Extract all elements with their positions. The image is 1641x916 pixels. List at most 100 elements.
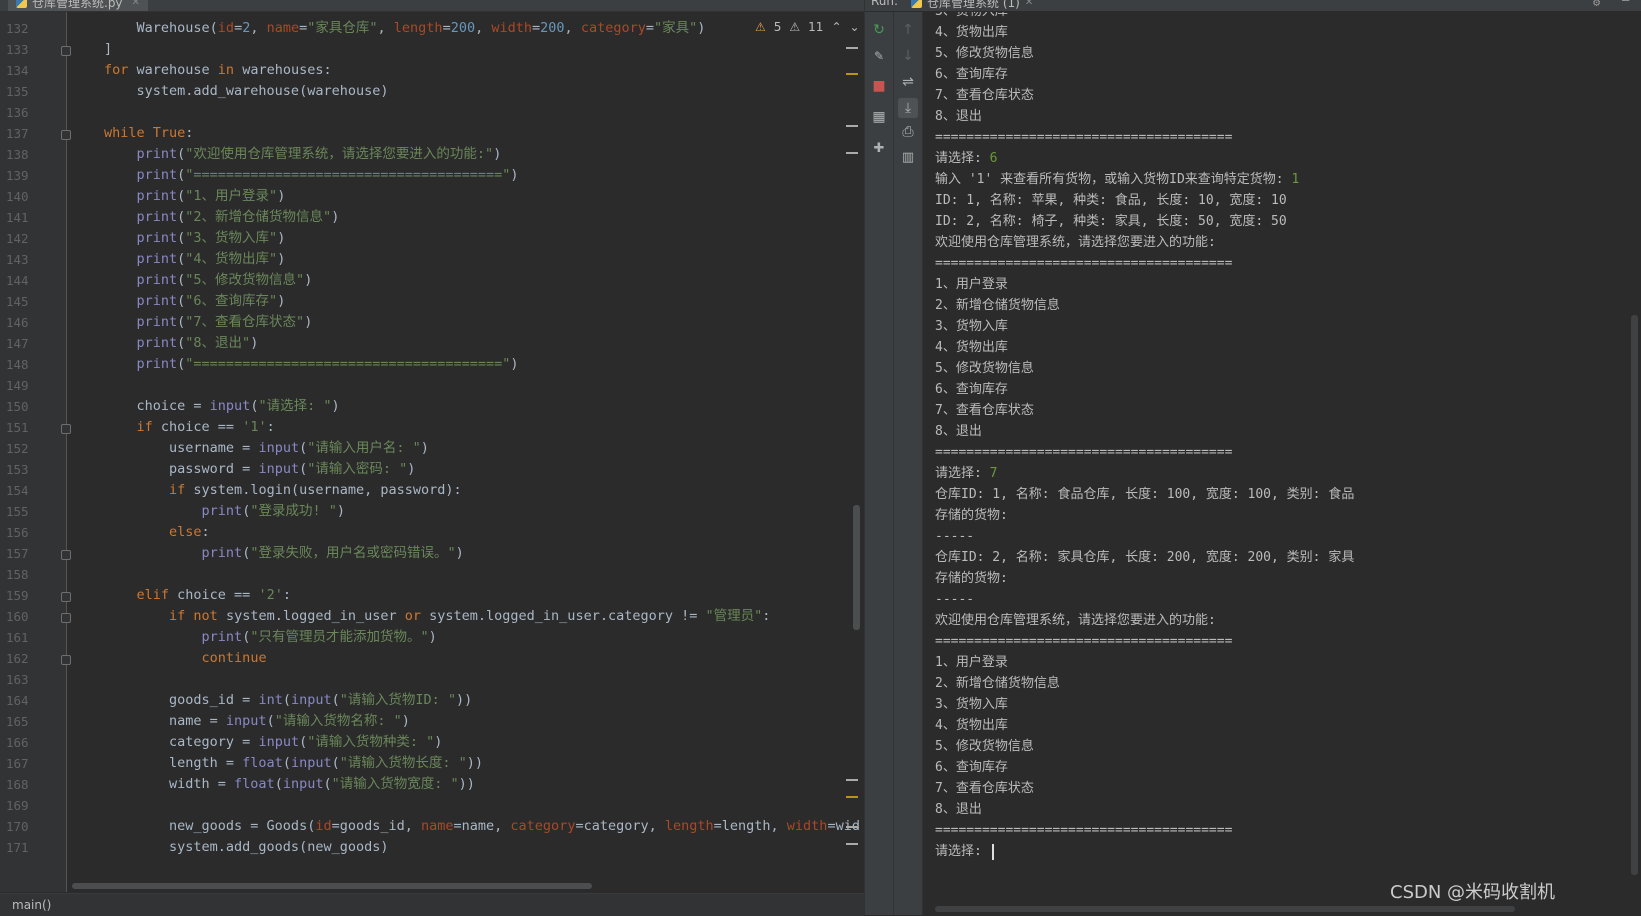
trash-icon[interactable]: ▥: [898, 147, 918, 167]
next-highlight-icon[interactable]: ⌄: [850, 20, 860, 34]
console-text: ======================================: [935, 823, 1233, 838]
console-output[interactable]: 3、货物入库 4、货物出库 5、修改货物信息 6、查询库存 7、查看仓库状态 8、退出 ==…: [923, 12, 1628, 892]
code-token: "请输入货物名称: ": [274, 713, 402, 729]
code-line[interactable]: for warehouse in warehouses:: [104, 60, 332, 81]
code-line[interactable]: password = input("请输入密码: "): [104, 459, 415, 480]
breadcrumb[interactable]: main(): [0, 893, 864, 916]
code-line[interactable]: if system.login(username, password):: [104, 480, 462, 501]
gear-icon[interactable]: ⚙: [1593, 0, 1600, 9]
code-line[interactable]: if choice == '1':: [104, 417, 275, 438]
editor-horizontal-scrollbar[interactable]: [72, 883, 592, 889]
console-line: 请选择: 6: [935, 148, 997, 169]
code-line[interactable]: if not system.logged_in_user or system.l…: [104, 606, 770, 627]
code-line[interactable]: system.add_goods(new_goods): [104, 837, 388, 858]
down-arrow-icon[interactable]: ↓: [898, 46, 918, 66]
code-line[interactable]: ]: [104, 39, 112, 60]
code-line[interactable]: category = input("请输入货物种类: "): [104, 732, 442, 753]
code-line[interactable]: print("3、货物入库"): [104, 228, 286, 249]
print-icon[interactable]: ⎙: [898, 122, 918, 142]
code-line[interactable]: goods_id = int(input("请输入货物ID: ")): [104, 690, 472, 711]
code-line[interactable]: print("2、新增仓储货物信息"): [104, 207, 340, 228]
wrench-icon[interactable]: ✎: [869, 46, 889, 66]
error-stripe-mark[interactable]: [846, 826, 858, 828]
code-line[interactable]: print("欢迎使用仓库管理系统，请选择您要进入的功能:"): [104, 144, 502, 165]
code-line[interactable]: print("=================================…: [104, 165, 519, 186]
scroll-to-end-icon[interactable]: ⤓: [898, 98, 918, 118]
code-token: )): [458, 776, 475, 792]
line-number: 143: [6, 252, 29, 267]
code-line[interactable]: print("4、货物出库"): [104, 249, 286, 270]
console-vertical-scrollbar[interactable]: [1631, 315, 1638, 875]
pin-icon[interactable]: ✚: [869, 138, 889, 158]
error-stripe-mark[interactable]: [846, 796, 858, 798]
code-line[interactable]: Warehouse(id=2, name="家具仓库", length=200,…: [104, 18, 706, 39]
run-tab[interactable]: 仓库管理系统 (1) ✕: [903, 0, 1041, 11]
console-line: 7、查看仓库状态: [935, 85, 1034, 106]
minimize-icon[interactable]: —: [1622, 0, 1629, 7]
code-line[interactable]: print("登录失败，用户名或密码错误。"): [104, 543, 464, 564]
console-line: 8、退出: [935, 106, 982, 127]
error-stripe-mark[interactable]: [846, 125, 858, 127]
code-editor[interactable]: 仓库管理系统.py ✕ 132 133 134 135 136 137 138 139 140 1…: [0, 0, 864, 916]
code-line[interactable]: print("=================================…: [104, 354, 519, 375]
code-line[interactable]: print("5、修改货物信息"): [104, 270, 313, 291]
error-stripe-mark[interactable]: [846, 73, 858, 75]
editor-tab[interactable]: 仓库管理系统.py ✕: [8, 0, 148, 11]
soft-wrap-icon[interactable]: ⇌: [898, 72, 918, 92]
code-line[interactable]: name = input("请输入货物名称: "): [104, 711, 410, 732]
code-line[interactable]: length = float(input("请输入货物长度: ")): [104, 753, 483, 774]
code-token: Warehouse(: [104, 20, 218, 36]
code-line[interactable]: print("8、退出"): [104, 333, 259, 354]
stop-icon[interactable]: ■: [869, 76, 889, 96]
console-horizontal-scrollbar[interactable]: [935, 906, 1515, 912]
error-stripe-mark[interactable]: [846, 779, 858, 781]
code-line[interactable]: print("登录成功! "): [104, 501, 345, 522]
code-line[interactable]: username = input("请输入用户名: "): [104, 438, 429, 459]
console-line: ======================================: [935, 127, 1232, 148]
code-line[interactable]: width = float(input("请输入货物宽度: ")): [104, 774, 475, 795]
code-line[interactable]: elif choice == '2':: [104, 585, 291, 606]
console-text: ======================================: [935, 634, 1233, 649]
error-stripe-mark[interactable]: [846, 152, 858, 154]
code-line[interactable]: print("7、查看仓库状态"): [104, 312, 313, 333]
layout-icon[interactable]: ▦: [869, 107, 889, 127]
code-line[interactable]: print("6、查询库存"): [104, 291, 286, 312]
console-line: 4、货物出库: [935, 22, 1008, 43]
code-token: =category,: [575, 818, 665, 834]
error-stripe-mark[interactable]: [846, 47, 858, 49]
code-line[interactable]: system.add_warehouse(warehouse): [104, 81, 389, 102]
run-tool-window[interactable]: Run: 仓库管理系统 (1) ✕ ⚙ — ↻ ✎ ■ ▦ ✚ ↑ ↓ ⇌ ⤓ …: [864, 0, 1641, 915]
console-text: 欢迎使用仓库管理系统，请选择您要进入的功能:: [935, 235, 1216, 250]
close-tab-icon[interactable]: ✕: [132, 0, 140, 8]
close-run-tab-icon[interactable]: ✕: [1025, 0, 1033, 8]
code-token: ): [455, 545, 464, 561]
console-text: 仓库ID: 2, 名称: 家具仓库, 长度: 200, 宽度: 200, 类别:…: [935, 550, 1355, 565]
up-arrow-icon[interactable]: ↑: [898, 20, 918, 40]
console-line: 输入 '1' 来查看所有货物，或输入货物ID来查询特定货物: 1: [935, 169, 1299, 190]
code-line[interactable]: print("只有管理员才能添加货物。"): [104, 627, 437, 648]
code-line[interactable]: new_goods = Goods(id=goods_id, name=name…: [104, 816, 859, 837]
code-token: ): [304, 314, 313, 330]
code-line[interactable]: continue: [104, 648, 267, 669]
error-stripe-mark[interactable]: [846, 843, 858, 845]
code-token: (: [282, 755, 291, 771]
code-line[interactable]: choice = input("请选择: "): [104, 396, 340, 417]
rerun-icon[interactable]: ↻: [869, 20, 889, 40]
previous-highlight-icon[interactable]: ⌃: [831, 20, 841, 34]
breadcrumb-item[interactable]: main(): [12, 898, 51, 912]
text-caret[interactable]: [991, 843, 994, 860]
code-line[interactable]: while True:: [104, 123, 193, 144]
line-number: 167: [6, 756, 29, 771]
code-area[interactable]: Warehouse(id=2, name="家具仓库", length=200,…: [67, 12, 859, 892]
code-line[interactable]: else:: [104, 522, 210, 543]
warning-count: 5: [773, 20, 782, 34]
editor-vertical-scrollbar[interactable]: [853, 505, 860, 630]
code-line[interactable]: print("1、用户登录"): [104, 186, 286, 207]
console-line: ======================================: [935, 253, 1232, 274]
editor-tab-title: 仓库管理系统.py: [32, 0, 123, 10]
line-number: 151: [6, 420, 29, 435]
inspection-widget[interactable]: ⚠ 5 ⚠ 11 ⌃ ⌄: [755, 20, 860, 34]
